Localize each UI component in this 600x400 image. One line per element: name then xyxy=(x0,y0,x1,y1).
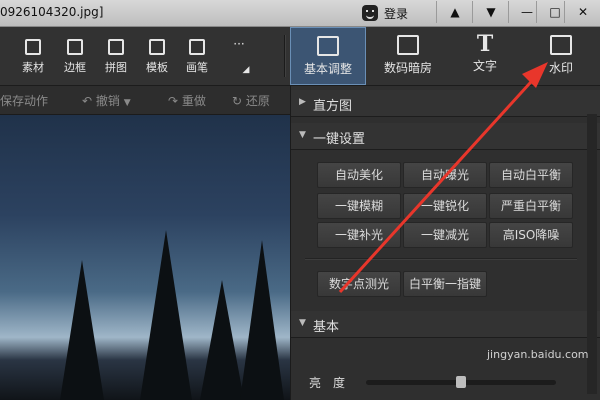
high-iso-denoise-button[interactable]: 高ISO降噪 xyxy=(489,222,573,248)
tool-collage[interactable]: 拼图 xyxy=(99,33,133,75)
redo-label: 重做 xyxy=(181,94,206,108)
tab-watermark[interactable]: 水印 xyxy=(524,27,598,85)
edit-icon xyxy=(317,36,339,56)
tool-more[interactable]: ··· ◢ xyxy=(222,33,256,75)
oneclick-sharpen-button[interactable]: 一键锐化 xyxy=(403,193,487,219)
brightness-slider-thumb[interactable] xyxy=(456,376,466,388)
spot-metering-button[interactable]: 数字点测光 xyxy=(317,271,401,297)
histogram-header[interactable]: ▶ 直方图 xyxy=(291,90,600,117)
tool-material[interactable]: 素材 xyxy=(16,33,50,75)
title-bar: 0926104320.jpg] 登录 ▲ ▼ — □ ✕ xyxy=(0,0,600,27)
save-action-label: 保存动作 xyxy=(0,94,49,108)
minimize-icon: — xyxy=(521,5,533,19)
auto-exposure-button[interactable]: 自动曝光 xyxy=(403,162,487,188)
undo-icon: ↶ xyxy=(82,94,93,108)
basic-header[interactable]: ▼ 基本 xyxy=(291,311,600,338)
menu-button[interactable]: ▼ xyxy=(472,1,509,23)
divider xyxy=(284,35,285,77)
frame-icon xyxy=(67,39,83,55)
printer-icon xyxy=(149,39,165,55)
tool-border[interactable]: 边框 xyxy=(58,33,92,75)
chevron-right-icon: ▶ xyxy=(299,97,306,107)
fill-light-button[interactable]: 一键补光 xyxy=(317,222,401,248)
skin-button[interactable]: ▲ xyxy=(436,1,473,23)
redo-icon: ↷ xyxy=(168,94,179,108)
restore-icon: ↻ xyxy=(232,94,243,108)
auto-white-balance-button[interactable]: 自动白平衡 xyxy=(489,162,573,188)
text-icon: T xyxy=(476,31,494,57)
site-watermark: jingyan.baidu.com xyxy=(487,348,589,361)
redo-button[interactable]: ↷ 重做 xyxy=(168,92,206,109)
tool-label: 边框 xyxy=(64,61,86,74)
chevron-down-icon: ▼ xyxy=(299,318,306,328)
expand-icon: ◢ xyxy=(242,65,250,75)
tree-shape xyxy=(240,240,284,400)
auto-beautify-button[interactable]: 自动美化 xyxy=(317,162,401,188)
tool-label: 画笔 xyxy=(186,61,208,74)
oneclick-blur-button[interactable]: 一键模糊 xyxy=(317,193,401,219)
brush-icon xyxy=(189,39,205,55)
tab-basic-adjust[interactable]: 基本调整 xyxy=(290,27,366,85)
login-label: 登录 xyxy=(384,6,409,21)
section-title: 一键设置 xyxy=(313,132,366,147)
undo-label: 撤销 xyxy=(95,94,120,108)
tab-label: 基本调整 xyxy=(303,62,352,76)
severe-white-balance-button[interactable]: 严重白平衡 xyxy=(489,193,573,219)
reduce-light-button[interactable]: 一键减光 xyxy=(403,222,487,248)
close-icon: ✕ xyxy=(577,5,589,19)
tab-darkroom[interactable]: 数码暗房 xyxy=(370,27,446,85)
user-icon xyxy=(362,5,378,21)
tab-label: 数码暗房 xyxy=(383,61,432,75)
tab-label: 文字 xyxy=(472,59,497,73)
tool-label: 素材 xyxy=(22,61,44,74)
chevron-down-icon: ▼ xyxy=(486,5,496,19)
undo-button[interactable]: ↶ 撤销 ▼ xyxy=(82,92,131,109)
grid-icon xyxy=(108,39,124,55)
login-button[interactable]: 登录 xyxy=(362,3,408,23)
tree-shape xyxy=(200,280,244,400)
shirt-icon: ▲ xyxy=(450,5,460,19)
photo-canvas[interactable] xyxy=(0,115,290,400)
watermark-icon xyxy=(550,35,572,55)
star-icon xyxy=(25,39,41,55)
more-icon: ··· xyxy=(233,37,245,51)
tab-label: 水印 xyxy=(548,61,573,75)
chevron-down-icon: ▼ xyxy=(123,98,131,108)
restore-label: 还原 xyxy=(245,94,270,108)
chevron-down-icon: ▼ xyxy=(299,130,306,140)
tool-template[interactable]: 模板 xyxy=(140,33,174,75)
close-button[interactable]: ✕ xyxy=(564,1,600,23)
brightness-label: 亮度 xyxy=(309,376,358,390)
tool-label: 拼图 xyxy=(105,61,127,74)
maximize-icon: □ xyxy=(549,5,561,19)
adjust-panel: ▶ 直方图 ▼ 一键设置 自动美化 自动曝光 自动白平衡 一键模糊 一键锐化 严… xyxy=(290,86,600,400)
divider xyxy=(305,258,577,259)
window-title: 0926104320.jpg] xyxy=(0,5,104,19)
camera-icon xyxy=(397,35,419,55)
tool-label: 模板 xyxy=(146,61,168,74)
edit-actions-bar: 保存动作 ↶ 撤销 ▼ ↷ 重做 ↻ 还原 xyxy=(0,86,290,115)
save-action-button[interactable]: 保存动作 xyxy=(0,92,48,109)
white-balance-picker-button[interactable]: 白平衡一指键 xyxy=(403,271,487,297)
tree-shape xyxy=(60,260,104,400)
section-title: 基本 xyxy=(313,320,340,335)
tab-text[interactable]: T 文字 xyxy=(448,27,522,85)
section-title: 直方图 xyxy=(313,99,353,114)
restore-button[interactable]: ↻ 还原 xyxy=(232,92,270,109)
tree-shape xyxy=(140,230,192,400)
oneclick-header[interactable]: ▼ 一键设置 xyxy=(291,123,600,150)
tool-brush[interactable]: 画笔 xyxy=(180,33,214,75)
main-toolbar: 素材 边框 拼图 模板 画笔 ··· ◢ 基本调整 数码暗房 T 文字 水印 xyxy=(0,27,600,86)
